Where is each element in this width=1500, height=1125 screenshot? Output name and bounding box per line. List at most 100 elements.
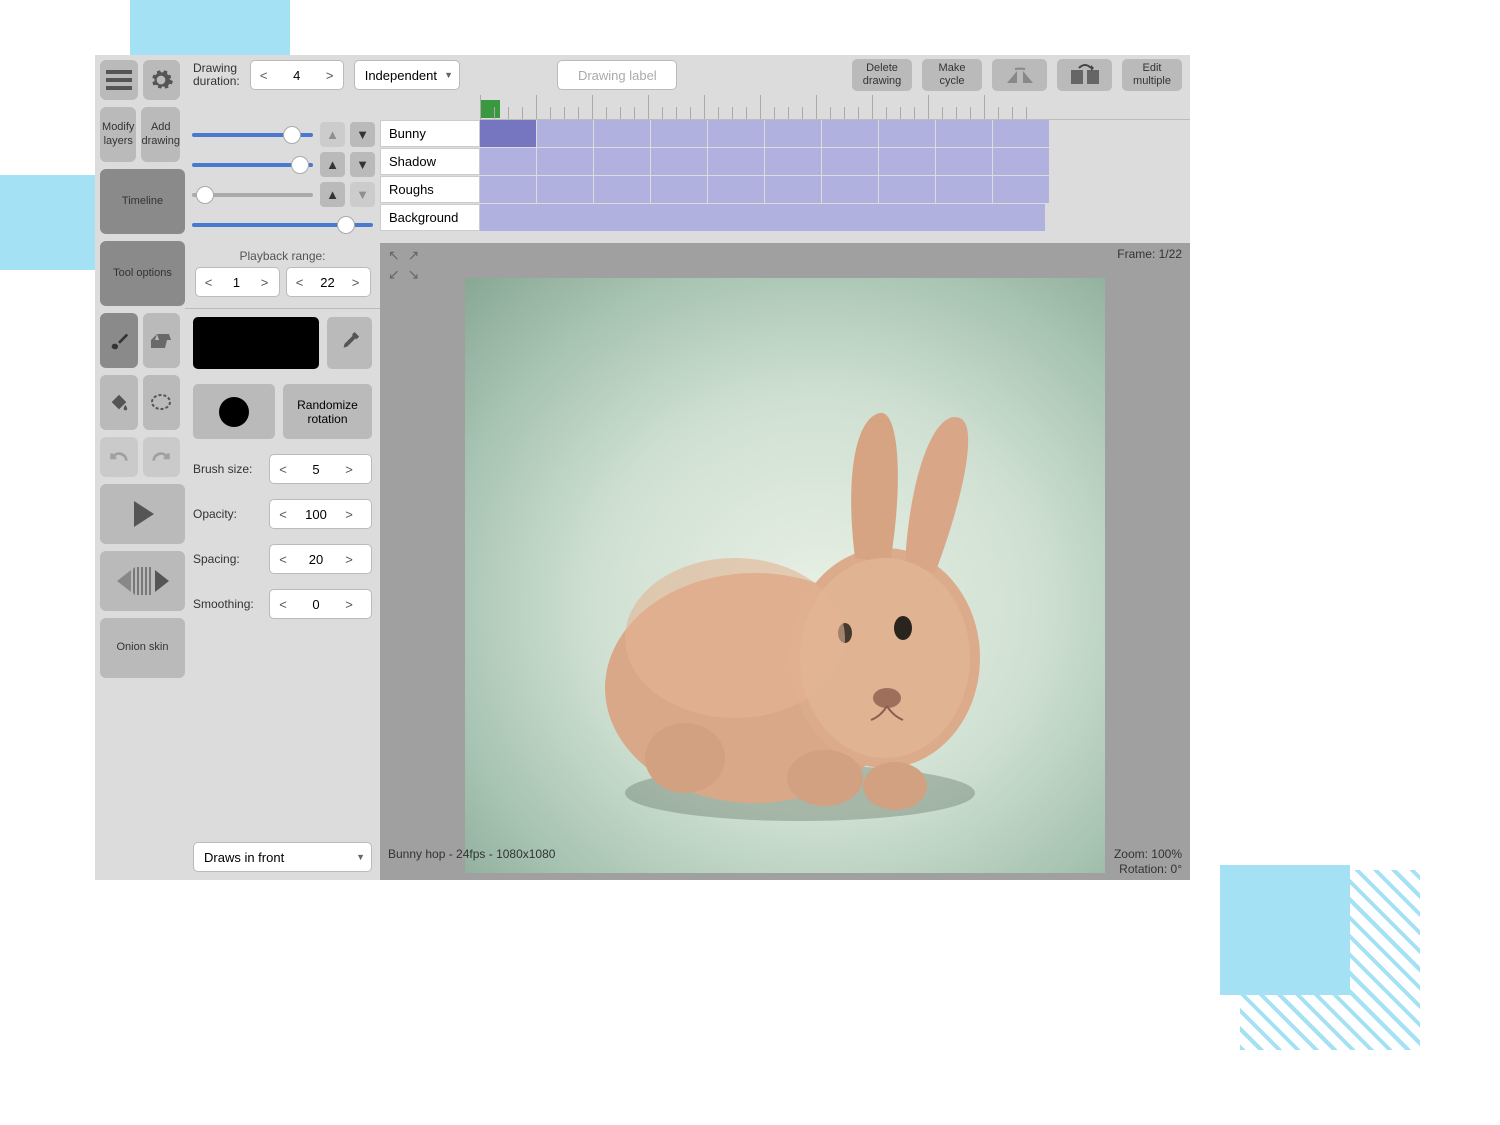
edit-multiple-button[interactable]: Edit multiple — [1122, 59, 1182, 91]
timeline-cell[interactable] — [993, 120, 1049, 147]
duration-decrement[interactable]: < — [251, 68, 277, 83]
timeline-cell[interactable] — [822, 120, 878, 147]
opacity-stepper[interactable]: <100> — [269, 499, 372, 529]
brush-preview[interactable] — [193, 384, 275, 439]
timeline-cell[interactable] — [537, 120, 593, 147]
layer-down-roughs[interactable]: ▼ — [350, 182, 375, 207]
menu-button[interactable] — [100, 60, 138, 100]
timeline-cell[interactable] — [594, 176, 650, 203]
timeline-track[interactable] — [480, 148, 1190, 175]
layer-name-background[interactable]: Background — [380, 204, 480, 231]
duplicate-icon — [1069, 64, 1101, 86]
timeline-cell[interactable] — [708, 120, 764, 147]
layer-up-roughs[interactable]: ▲ — [320, 182, 345, 207]
layer-name-shadow[interactable]: Shadow — [380, 148, 480, 175]
undo-icon — [108, 449, 130, 465]
layer-opacity-slider-shadow[interactable] — [192, 163, 313, 167]
redo-button[interactable] — [143, 437, 181, 477]
brush-tool-button[interactable] — [100, 313, 138, 368]
decorative-square-2 — [0, 175, 100, 270]
timeline-cell[interactable] — [879, 176, 935, 203]
timeline-cell[interactable] — [936, 120, 992, 147]
timeline-ruler[interactable] — [480, 95, 1190, 120]
playback-start-decrement[interactable]: < — [196, 275, 222, 290]
layer-name-roughs[interactable]: Roughs — [380, 176, 480, 203]
timeline-cell[interactable] — [480, 148, 536, 175]
timeline-cell[interactable] — [537, 176, 593, 203]
gear-icon — [148, 67, 174, 93]
fill-tool-button[interactable] — [100, 375, 138, 430]
timeline-cell[interactable] — [651, 176, 707, 203]
delete-drawing-button[interactable]: Delete drawing — [852, 59, 912, 91]
timeline-cell[interactable] — [594, 148, 650, 175]
expand-out-button[interactable]: ↖ ↗ — [388, 247, 421, 264]
timeline-cell[interactable] — [480, 120, 536, 147]
timeline-cell[interactable] — [765, 120, 821, 147]
mode-dropdown[interactable]: Independent — [354, 60, 460, 90]
timeline-track[interactable] — [480, 176, 1190, 203]
current-color-swatch[interactable] — [193, 317, 319, 369]
timeline-cell[interactable] — [651, 120, 707, 147]
opacity-label: Opacity: — [193, 507, 261, 521]
flip-horizontal-button[interactable] — [992, 59, 1047, 91]
undo-button[interactable] — [100, 437, 138, 477]
lasso-tool-button[interactable] — [143, 375, 181, 430]
duration-increment[interactable]: > — [317, 68, 343, 83]
timeline-cell[interactable] — [765, 148, 821, 175]
randomize-rotation-button[interactable]: Randomize rotation — [283, 384, 372, 439]
rotation-readout: Rotation: 0° — [1114, 862, 1182, 878]
layer-name-bunny[interactable]: Bunny — [380, 120, 480, 147]
playback-start-increment[interactable]: > — [252, 275, 278, 290]
timeline-track-background[interactable] — [480, 204, 1045, 231]
eyedropper-button[interactable] — [327, 317, 372, 369]
timeline-cell[interactable] — [708, 176, 764, 203]
settings-button[interactable] — [143, 60, 181, 100]
layer-opacity-slider-bunny[interactable] — [192, 133, 313, 137]
playback-end-increment[interactable]: > — [343, 275, 369, 290]
drawing-canvas[interactable] — [465, 278, 1105, 873]
duplicate-button[interactable] — [1057, 59, 1112, 91]
layer-opacity-slider-roughs[interactable] — [192, 193, 313, 197]
playback-end-stepper[interactable]: < 22 > — [286, 267, 371, 297]
smoothing-stepper[interactable]: <0> — [269, 589, 372, 619]
layer-down-shadow[interactable]: ▼ — [350, 152, 375, 177]
playhead-icon[interactable] — [480, 100, 500, 118]
tool-options-tab-button[interactable]: Tool options — [100, 241, 185, 306]
timeline-grid[interactable] — [480, 95, 1190, 243]
onion-skin-button[interactable]: Onion skin — [100, 618, 185, 678]
layer-opacity-slider-background[interactable] — [192, 223, 373, 227]
timeline-tab-button[interactable]: Timeline — [100, 169, 185, 234]
draw-mode-dropdown[interactable]: Draws in front — [193, 842, 372, 872]
timeline-cell[interactable] — [993, 148, 1049, 175]
frame-step-button[interactable] — [100, 551, 185, 611]
timeline-cell[interactable] — [879, 120, 935, 147]
brush-size-stepper[interactable]: <5> — [269, 454, 372, 484]
timeline-cell[interactable] — [822, 148, 878, 175]
spacing-stepper[interactable]: <20> — [269, 544, 372, 574]
timeline-cell[interactable] — [594, 120, 650, 147]
layer-down-bunny[interactable]: ▼ — [350, 122, 375, 147]
modify-layers-button[interactable]: Modify layers — [100, 107, 136, 162]
timeline-cell[interactable] — [879, 148, 935, 175]
drawing-label-input[interactable]: Drawing label — [557, 60, 677, 90]
timeline-cell[interactable] — [936, 176, 992, 203]
timeline-track[interactable] — [480, 120, 1190, 147]
timeline-cell[interactable] — [708, 148, 764, 175]
layer-up-shadow[interactable]: ▲ — [320, 152, 345, 177]
eraser-tool-button[interactable] — [143, 313, 181, 368]
timeline-cell[interactable] — [765, 176, 821, 203]
add-drawing-button[interactable]: Add drawing — [141, 107, 180, 162]
play-button[interactable] — [100, 484, 185, 544]
timeline-cell[interactable] — [537, 148, 593, 175]
step-forward-icon — [153, 568, 171, 594]
timeline-cell[interactable] — [480, 176, 536, 203]
layer-up-bunny[interactable]: ▲ — [320, 122, 345, 147]
playback-end-decrement[interactable]: < — [287, 275, 313, 290]
make-cycle-button[interactable]: Make cycle — [922, 59, 982, 91]
timeline-cell[interactable] — [993, 176, 1049, 203]
playback-start-stepper[interactable]: < 1 > — [195, 267, 280, 297]
duration-stepper[interactable]: < 4 > — [250, 60, 344, 90]
timeline-cell[interactable] — [936, 148, 992, 175]
timeline-cell[interactable] — [822, 176, 878, 203]
timeline-cell[interactable] — [651, 148, 707, 175]
